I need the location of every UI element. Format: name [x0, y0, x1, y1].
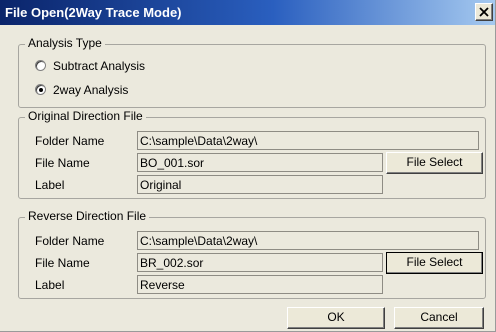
- original-file-select-button[interactable]: File Select: [386, 152, 483, 174]
- file-open-dialog: File Open(2Way Trace Mode) Analysis Type…: [0, 0, 496, 332]
- close-icon: [479, 7, 489, 17]
- label-label: Label: [35, 178, 65, 192]
- radio-checked-icon[interactable]: [35, 84, 46, 95]
- radio-label: Subtract Analysis: [53, 59, 146, 73]
- radio-unchecked-icon[interactable]: [35, 60, 46, 71]
- reverse-folder-name-field[interactable]: C:\sample\Data\2way\: [137, 231, 479, 250]
- radio-label: 2way Analysis: [53, 83, 129, 97]
- original-direction-legend: Original Direction File: [25, 109, 146, 123]
- folder-name-label: Folder Name: [35, 134, 105, 148]
- reverse-label-field[interactable]: Reverse: [137, 275, 383, 294]
- ok-button[interactable]: OK: [287, 307, 385, 329]
- original-folder-name-field[interactable]: C:\sample\Data\2way\: [137, 131, 479, 150]
- analysis-type-legend: Analysis Type: [25, 36, 105, 50]
- analysis-type-group: Analysis Type Subtract Analysis 2way Ana…: [18, 36, 486, 108]
- file-name-label: File Name: [35, 156, 90, 170]
- cancel-button[interactable]: Cancel: [394, 307, 484, 329]
- window-title: File Open(2Way Trace Mode): [5, 5, 182, 20]
- close-button[interactable]: [475, 3, 493, 21]
- original-file-name-field[interactable]: BO_001.sor: [137, 153, 383, 172]
- reverse-direction-legend: Reverse Direction File: [25, 209, 150, 223]
- reverse-direction-group: Reverse Direction File Folder Name C:\sa…: [18, 209, 486, 299]
- folder-name-label: Folder Name: [35, 234, 105, 248]
- file-name-label: File Name: [35, 256, 90, 270]
- title-bar[interactable]: File Open(2Way Trace Mode): [0, 0, 495, 25]
- label-label: Label: [35, 278, 65, 292]
- original-label-field[interactable]: Original: [137, 175, 383, 194]
- reverse-file-select-button[interactable]: File Select: [386, 252, 483, 274]
- original-direction-group: Original Direction File Folder Name C:\s…: [18, 109, 486, 199]
- reverse-file-name-field[interactable]: BR_002.sor: [137, 253, 383, 272]
